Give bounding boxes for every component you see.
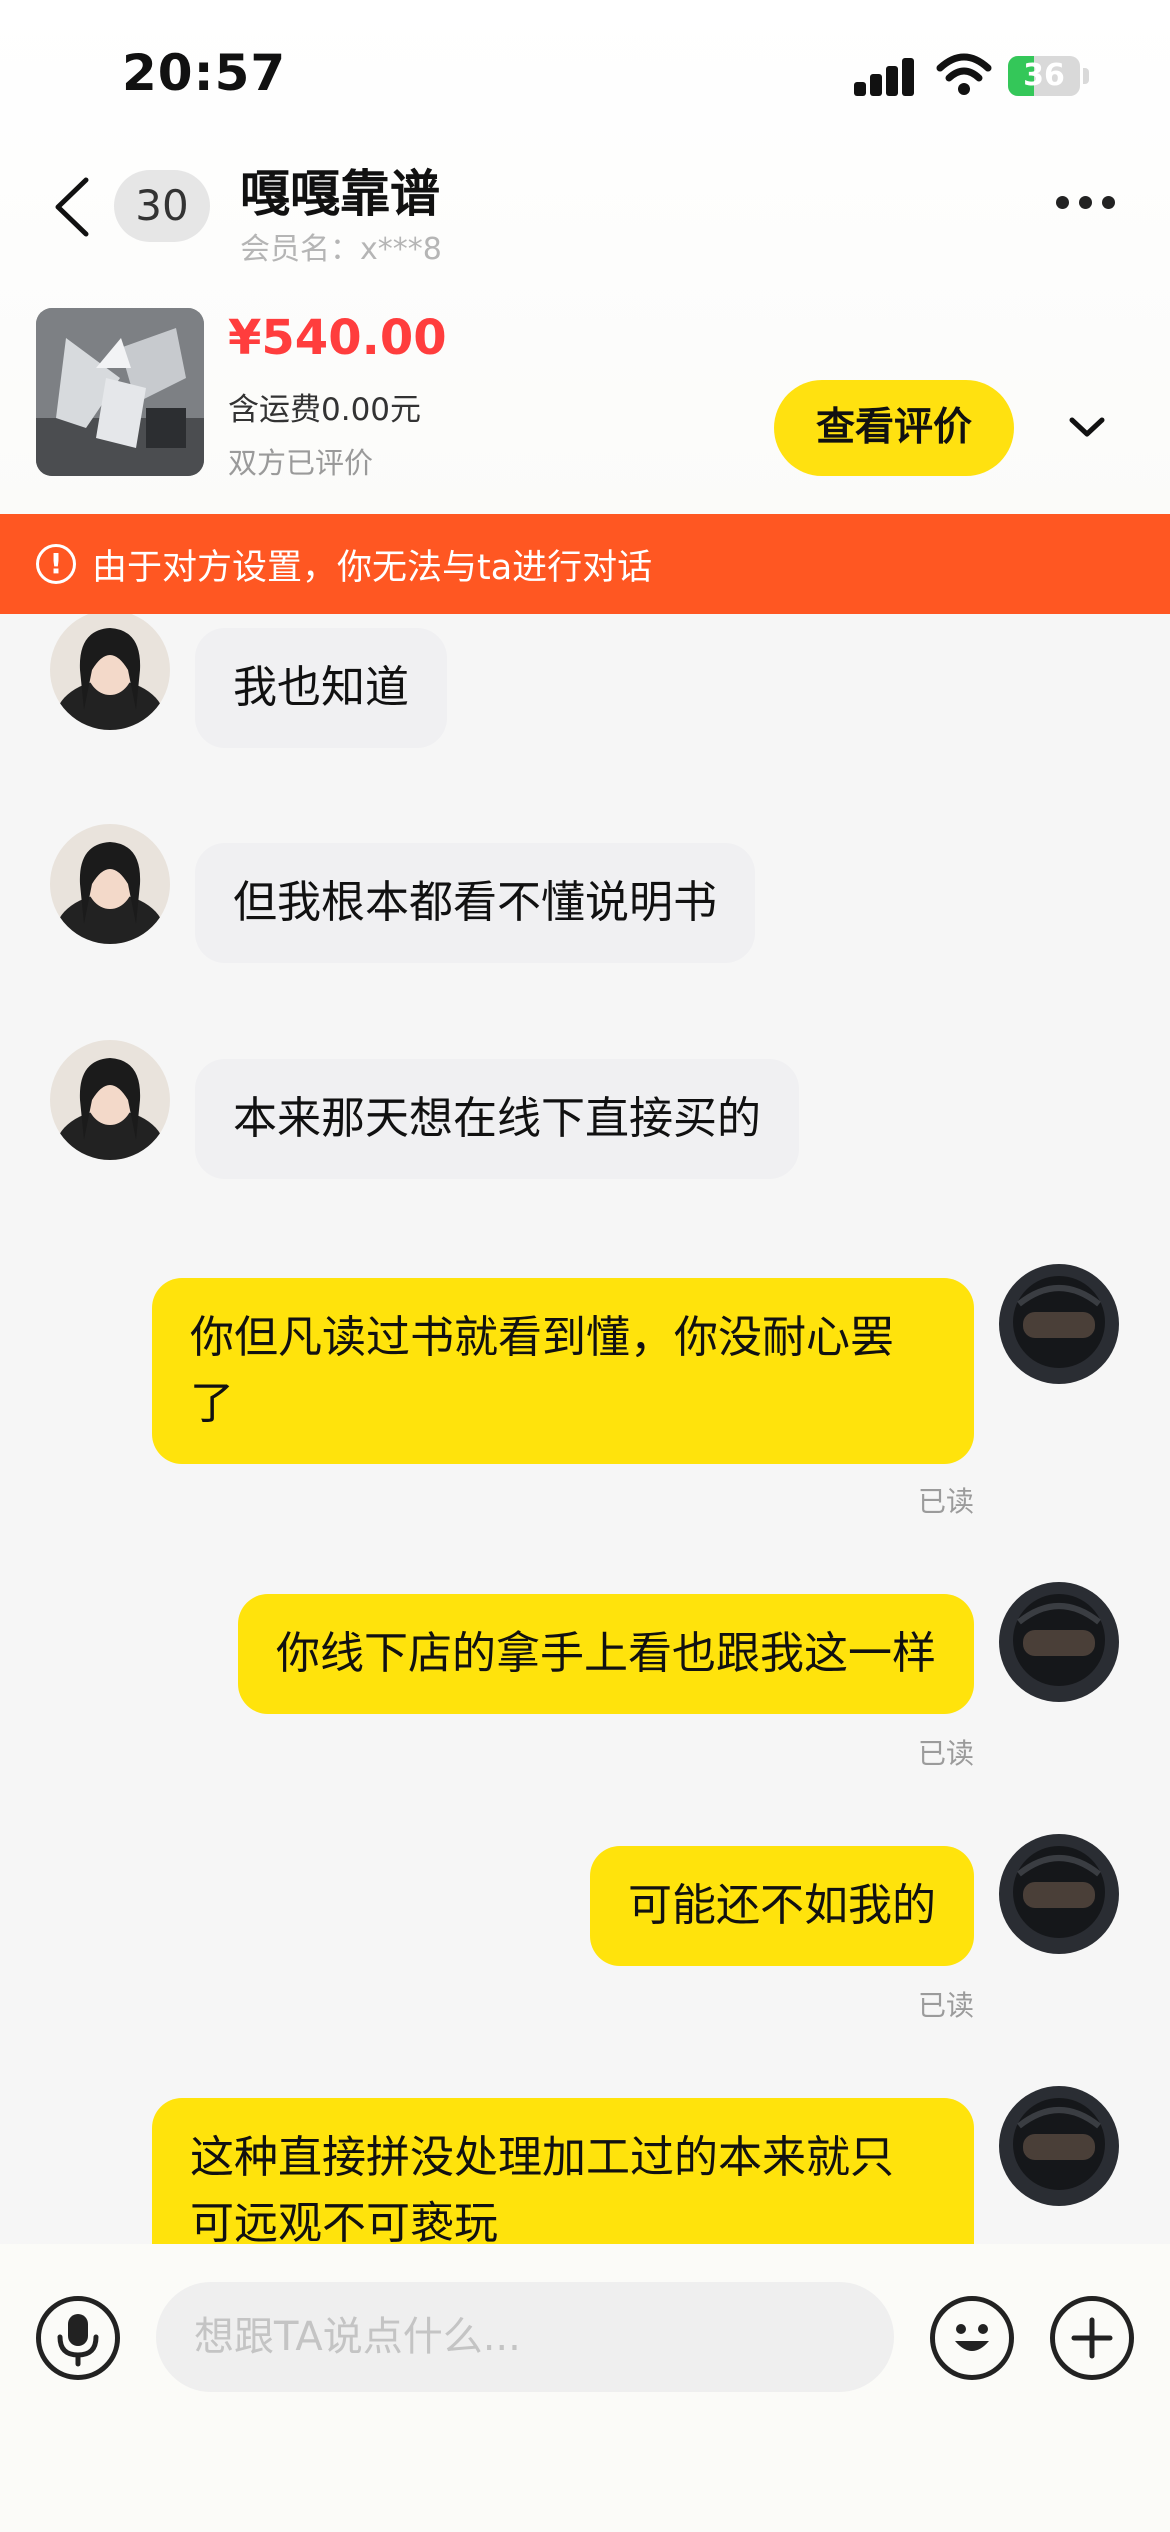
my-avatar[interactable] <box>999 1264 1119 1384</box>
product-price: ¥540.00 <box>228 310 447 366</box>
battery-tip <box>1083 68 1089 84</box>
chevron-down-icon[interactable] <box>1066 412 1108 442</box>
plus-button[interactable] <box>1050 2296 1134 2380</box>
battery-level: 36 <box>1023 58 1065 93</box>
contact-avatar[interactable] <box>50 614 170 730</box>
status-time: 20:57 <box>122 44 287 102</box>
emoji-icon <box>955 2324 989 2351</box>
message-input[interactable] <box>156 2282 894 2392</box>
chat-restricted-banner: ! 由于对方设置，你无法与ta进行对话 <box>0 514 1170 614</box>
message-bubble[interactable]: 但我根本都看不懂说明书 <box>195 843 755 963</box>
alert-circle-icon: ! <box>36 544 76 584</box>
battery-icon: 36 <box>1008 56 1080 96</box>
microphone-icon <box>57 2314 99 2367</box>
message-bubble[interactable]: 你线下店的拿手上看也跟我这一样 <box>238 1594 974 1714</box>
chat-messages[interactable]: 我也知道 但我根本都看不懂说明书 本来那天想在线下直接买的 你但凡读过书就看到懂… <box>0 614 1170 2244</box>
voice-button[interactable] <box>36 2296 120 2380</box>
warning-text: 由于对方设置，你无法与ta进行对话 <box>92 547 653 588</box>
unread-count-badge[interactable]: 30 <box>114 170 210 242</box>
view-review-button[interactable]: 查看评价 <box>774 380 1014 476</box>
emoji-button[interactable] <box>930 2296 1014 2380</box>
my-avatar[interactable] <box>999 2086 1119 2206</box>
wifi-icon <box>936 53 992 95</box>
review-status: 双方已评价 <box>228 446 374 480</box>
seller-name: 嘎嘎靠谱 <box>240 165 440 223</box>
contact-avatar[interactable] <box>50 824 170 944</box>
signal-icon <box>854 56 916 96</box>
message-bubble[interactable]: 本来那天想在线下直接买的 <box>195 1059 799 1179</box>
read-status: 已读 <box>917 1737 974 1770</box>
read-status: 已读 <box>917 1485 974 1518</box>
message-bubble[interactable]: 你但凡读过书就看到懂，你没耐心罢了 <box>152 1278 974 1464</box>
contact-avatar[interactable] <box>50 1040 170 1160</box>
message-bubble[interactable]: 我也知道 <box>195 628 447 748</box>
shipping-fee: 含运费0.00元 <box>228 392 422 428</box>
plus-icon <box>1071 2317 1113 2359</box>
read-status: 已读 <box>917 1989 974 2022</box>
more-options-button[interactable] <box>1056 196 1126 209</box>
member-name: 会员名：x***8 <box>240 232 442 267</box>
my-avatar[interactable] <box>999 1834 1119 1954</box>
message-bubble[interactable]: 可能还不如我的 <box>590 1846 974 1966</box>
more-icon-dot <box>1079 196 1092 209</box>
more-icon-dot <box>1056 196 1069 209</box>
product-image[interactable] <box>36 308 204 476</box>
my-avatar[interactable] <box>999 1582 1119 1702</box>
back-button[interactable] <box>48 172 98 242</box>
message-bubble[interactable]: 这种直接拼没处理加工过的本来就只可远观不可亵玩 <box>152 2098 974 2244</box>
more-icon-dot <box>1102 196 1115 209</box>
mecha-figure-image <box>36 308 204 476</box>
